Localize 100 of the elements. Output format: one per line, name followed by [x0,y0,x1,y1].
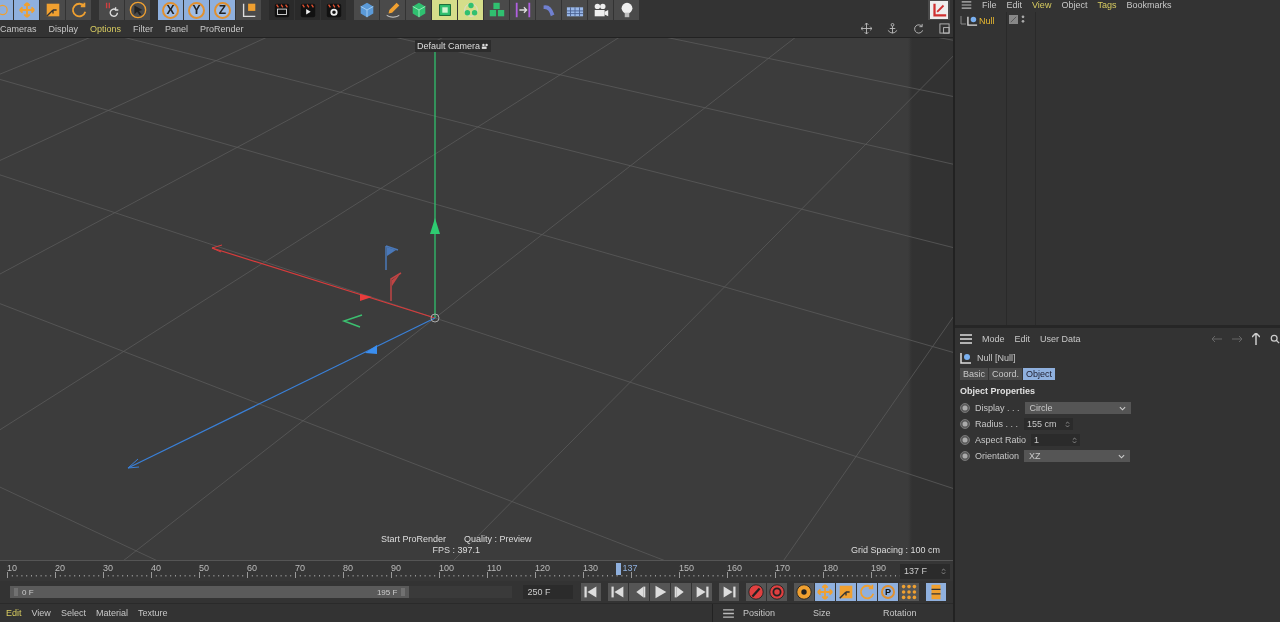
menu-item[interactable]: User Data [1040,334,1081,344]
playback-button[interactable] [899,583,919,601]
frame-label: 90 [391,563,401,573]
spinner-arrows-icon [941,566,946,576]
frame-label: 80 [343,563,353,573]
cursor-icon [128,1,147,19]
frame-range-track[interactable]: 0 F 195 F [10,586,513,598]
column-header: Position [743,608,777,618]
menu-item[interactable]: Edit [1014,334,1031,344]
rotate-view-icon[interactable] [913,23,924,34]
menu-item[interactable]: View [1032,0,1052,9]
anchor-icon[interactable] [887,23,898,34]
frame-label: 50 [199,563,209,573]
menu-item[interactable]: File [982,0,997,9]
object-name[interactable]: Null [979,16,995,26]
tool-button[interactable] [295,0,320,20]
menu-item[interactable]: Tags [1097,0,1117,9]
frame-label: 170 [775,563,791,573]
frame-label: 110 [487,563,502,573]
frame-label: 10 [7,563,17,573]
current-frame-field[interactable]: 137 F [900,563,950,579]
axis-lock-button[interactable]: Z [210,0,235,20]
axis-lock-button[interactable]: X [158,0,183,20]
tab[interactable]: Coord. [989,368,1023,380]
playback-button[interactable] [794,583,814,601]
column-header: Size [813,608,832,618]
grid-spacing-text: Grid Spacing : 100 cm [850,545,940,555]
number-field[interactable]: 1 [1031,434,1081,446]
tab[interactable]: Basic [960,368,988,380]
menu-item[interactable]: Edit [6,608,22,618]
up-arrow-icon[interactable] [1252,333,1260,345]
clapperboard-icon [272,1,291,19]
menu-item[interactable]: View [31,608,51,618]
move-view-icon[interactable] [861,23,872,34]
visibility-dots-icon[interactable] [1021,14,1025,24]
viewport[interactable]: Default Camera Start ProRender Quality : Preview FPS : 397.1 Grid Spacing : 100 cm [0,38,953,560]
object-title: Null [Null] [977,353,1016,363]
tool-button[interactable] [321,0,346,20]
frame-label: 20 [55,563,65,573]
playhead[interactable] [615,563,621,575]
edit-toggle-icon[interactable] [1009,14,1018,24]
camera-label[interactable]: Default Camera [415,40,492,52]
cloner-icon [461,1,480,19]
menu-item[interactable]: Panel [165,23,189,34]
frame-label: 60 [247,563,257,573]
axes-icon [930,1,948,19]
menu-item[interactable]: Material [95,608,128,618]
max-frame-field[interactable]: 250 F [523,585,573,599]
menu-item[interactable]: Mode [982,334,1005,344]
playback-button[interactable] [629,583,649,601]
tool-button[interactable] [269,0,294,20]
menu-item[interactable]: Options [90,23,122,34]
dropdown[interactable]: Circle [1024,402,1131,414]
search-icon[interactable] [1270,334,1280,344]
tool-button[interactable] [125,0,150,20]
menu-item[interactable]: Cameras [0,23,37,34]
menu-item[interactable]: Texture [137,608,168,618]
menu-item[interactable]: Select [60,608,86,618]
tool-button[interactable] [588,0,613,20]
playback-button[interactable] [581,583,601,601]
playback-button[interactable] [719,583,739,601]
playback-button[interactable] [746,583,766,601]
range-start-text: 0 F [22,587,34,597]
menu-item[interactable]: Display [48,23,79,34]
menu-item[interactable]: ProRender [200,23,244,34]
number-field[interactable]: 155 cm [1024,418,1073,430]
frame-range-slider[interactable]: 0 F 195 F [10,586,410,598]
coordinate-button[interactable] [928,0,950,20]
menu-item[interactable]: Filter [133,23,154,34]
playback-button[interactable] [608,583,628,601]
playback-button[interactable] [926,583,946,601]
tab[interactable]: Object [1023,368,1056,380]
playback-button[interactable] [767,583,787,601]
menu-icon[interactable] [960,334,972,344]
playback-button[interactable] [692,583,712,601]
maximize-icon[interactable] [939,23,950,34]
tool-button[interactable] [236,0,261,20]
spinner-arrows-icon [1065,419,1070,429]
range-end-text: 195 F [376,587,398,597]
menu-item[interactable]: Edit [1006,0,1023,9]
frame-label: 130 [583,563,599,573]
dropdown[interactable]: XZ [1024,450,1131,462]
rotate-icon [858,583,876,601]
move-icon [17,1,36,19]
menu-icon[interactable] [723,608,734,618]
camera-icon [481,42,490,50]
playback-button[interactable] [836,583,856,601]
playback-button[interactable] [671,583,691,601]
playback-button[interactable] [650,583,670,601]
tool-button[interactable] [614,0,639,20]
axis-lock-button[interactable]: Y [184,0,209,20]
frame-label: 30 [103,563,113,573]
menu-item[interactable]: Object [1061,0,1088,9]
parameter-button[interactable]: P [878,583,898,601]
rotate-icon [69,1,88,19]
menu-item[interactable]: Bookmarks [1126,0,1172,9]
cubes-icon [487,1,506,19]
move-icon [816,583,834,601]
menu-icon[interactable] [961,0,972,9]
status-text: Start ProRender [381,534,447,544]
